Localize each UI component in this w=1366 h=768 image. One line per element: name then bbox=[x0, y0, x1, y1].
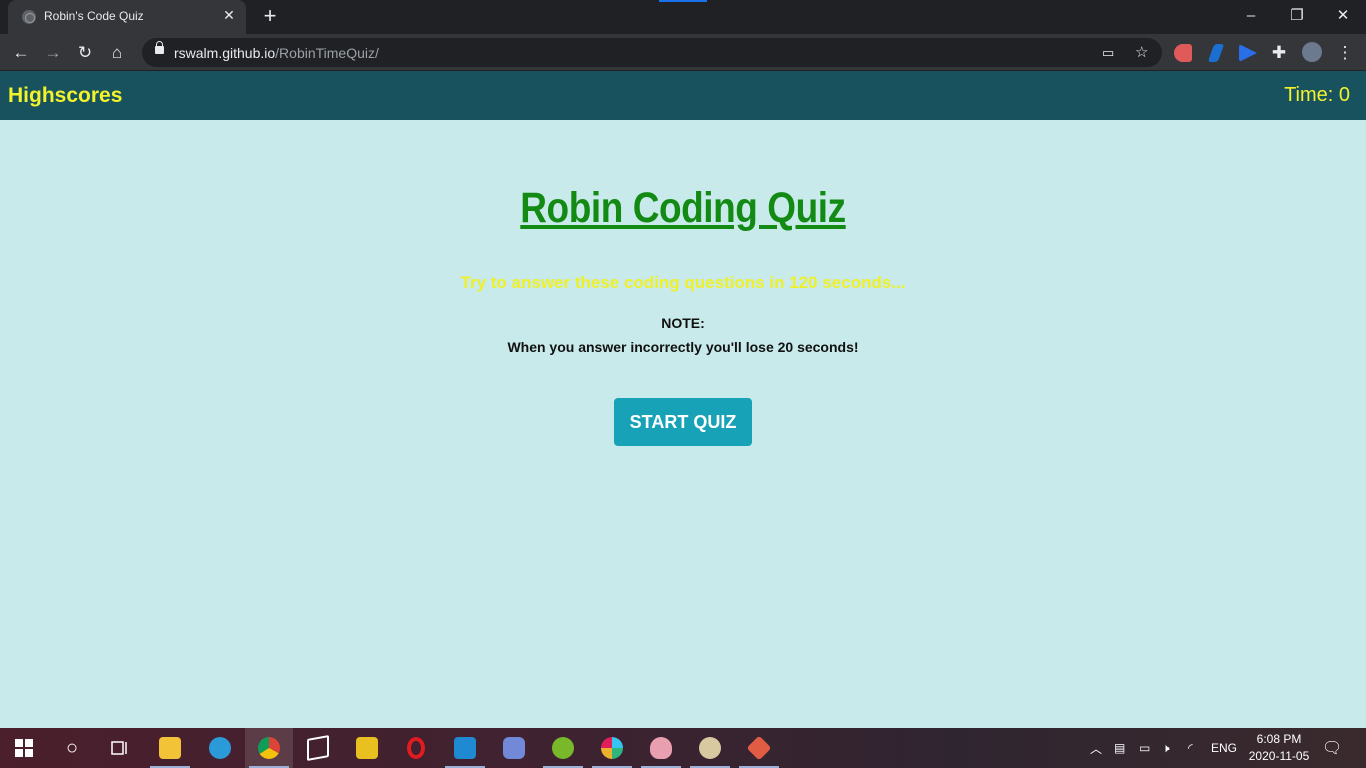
timer-display: Time: 0 bbox=[1284, 84, 1350, 106]
chrome-icon[interactable] bbox=[245, 728, 293, 768]
show-hidden-icons-icon[interactable]: ︿ bbox=[1090, 728, 1102, 768]
note-label: NOTE: bbox=[661, 315, 705, 331]
url-text: rswalm.github.io/RobinTimeQuiz/ bbox=[174, 45, 379, 61]
windows-start-icon[interactable] bbox=[0, 728, 48, 768]
window-restore-button[interactable]: ❐ bbox=[1274, 0, 1320, 30]
site-header: Highscores Time: 0 bbox=[0, 71, 1366, 120]
edge-icon[interactable] bbox=[196, 728, 244, 768]
wifi-icon[interactable]: ◜ bbox=[1188, 728, 1193, 768]
url-domain: rswalm.github.io bbox=[174, 45, 276, 61]
new-tab-button[interactable]: + bbox=[258, 4, 282, 28]
search-icon[interactable]: ○ bbox=[48, 728, 96, 768]
task-view-icon[interactable] bbox=[96, 728, 144, 768]
bookmark-star-icon[interactable]: ☆ bbox=[1135, 43, 1148, 61]
discord-icon[interactable] bbox=[490, 728, 538, 768]
music-app-icon[interactable] bbox=[294, 728, 342, 768]
language-indicator[interactable]: ENG bbox=[1211, 728, 1237, 768]
browser-tab[interactable]: Robin's Code Quiz ✕ bbox=[8, 0, 246, 34]
clock-time: 6:08 PM bbox=[1256, 732, 1302, 746]
slack-icon[interactable] bbox=[588, 728, 636, 768]
gitkraken-icon[interactable] bbox=[735, 728, 783, 768]
intro-text: Try to answer these coding questions in … bbox=[460, 273, 906, 292]
tab-close-icon[interactable]: ✕ bbox=[220, 7, 238, 24]
paint-icon[interactable] bbox=[686, 728, 734, 768]
home-icon[interactable]: ⌂ bbox=[104, 40, 130, 66]
file-explorer-icon[interactable] bbox=[146, 728, 194, 768]
windows-taskbar: ○ ︿ ▤ ▭ 🕨 ◜ ENG 6:08 PM 2020-11-05 🗨 bbox=[0, 728, 1366, 768]
back-arrow-icon[interactable]: ← bbox=[8, 40, 34, 66]
vscode-icon[interactable] bbox=[441, 728, 489, 768]
system-clock[interactable]: 6:08 PM 2020-11-05 bbox=[1244, 731, 1314, 765]
volume-muted-icon[interactable]: 🕨 bbox=[1162, 728, 1170, 768]
window-minimize-button[interactable]: – bbox=[1228, 0, 1274, 30]
reload-icon[interactable]: ↻ bbox=[72, 40, 98, 66]
note-text: When you answer incorrectly you'll lose … bbox=[507, 339, 859, 355]
extensions-puzzle-icon[interactable]: ✚ bbox=[1266, 40, 1292, 66]
action-center-icon[interactable]: 🗨 bbox=[1322, 728, 1342, 768]
quiz-intro-section: Robin Coding Quiz Try to answer these co… bbox=[0, 120, 1366, 728]
cast-icon[interactable]: ▭ bbox=[1102, 45, 1114, 61]
tab-title: Robin's Code Quiz bbox=[44, 9, 144, 23]
url-path: /RobinTimeQuiz/ bbox=[275, 45, 379, 61]
extension-play-icon[interactable] bbox=[1239, 44, 1257, 62]
notification-pen-icon[interactable]: ▤ bbox=[1114, 728, 1125, 768]
browser-toolbar: ← → ↻ ⌂ rswalm.github.io/RobinTimeQuiz/ … bbox=[0, 34, 1366, 71]
globe-icon bbox=[22, 10, 36, 24]
page-title: Robin Coding Quiz bbox=[520, 184, 846, 232]
highscores-link[interactable]: Highscores bbox=[8, 84, 122, 108]
start-quiz-button[interactable]: START QUIZ bbox=[614, 398, 752, 446]
extension-red-icon[interactable] bbox=[1174, 44, 1192, 62]
clock-date: 2020-11-05 bbox=[1248, 749, 1310, 763]
window-close-button[interactable]: ✕ bbox=[1320, 0, 1366, 30]
paint-3d-icon[interactable] bbox=[637, 728, 685, 768]
browser-tabstrip: Robin's Code Quiz ✕ + – ❐ ✕ bbox=[0, 0, 1366, 34]
utorrent-icon[interactable] bbox=[539, 728, 587, 768]
tabstrip-accent bbox=[659, 0, 707, 2]
forward-arrow-icon[interactable]: → bbox=[40, 40, 66, 66]
battery-icon[interactable]: ▭ bbox=[1139, 728, 1150, 768]
address-bar[interactable]: rswalm.github.io/RobinTimeQuiz/ ▭ ☆ bbox=[142, 38, 1162, 67]
extension-pen-icon[interactable] bbox=[1207, 44, 1225, 62]
lock-icon bbox=[155, 41, 164, 54]
profile-avatar[interactable] bbox=[1302, 42, 1322, 62]
opera-icon[interactable] bbox=[392, 728, 440, 768]
sticky-app-icon[interactable] bbox=[343, 728, 391, 768]
menu-icon[interactable]: ⋮ bbox=[1332, 40, 1358, 66]
